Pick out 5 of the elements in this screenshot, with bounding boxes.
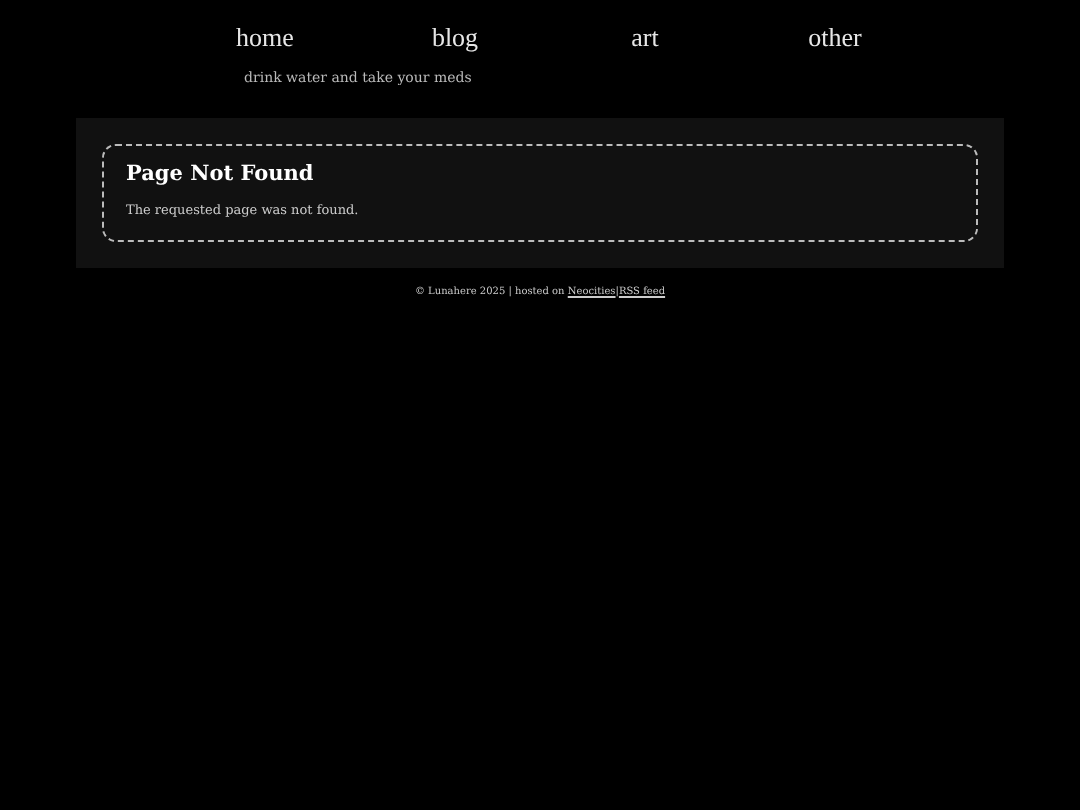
nav-link[interactable]: other [740, 22, 930, 54]
nav-link[interactable]: home [170, 22, 360, 54]
error-title: Page Not Found [126, 162, 316, 186]
nav-link[interactable]: art [550, 22, 740, 54]
nav-link[interactable]: blog [360, 22, 550, 54]
